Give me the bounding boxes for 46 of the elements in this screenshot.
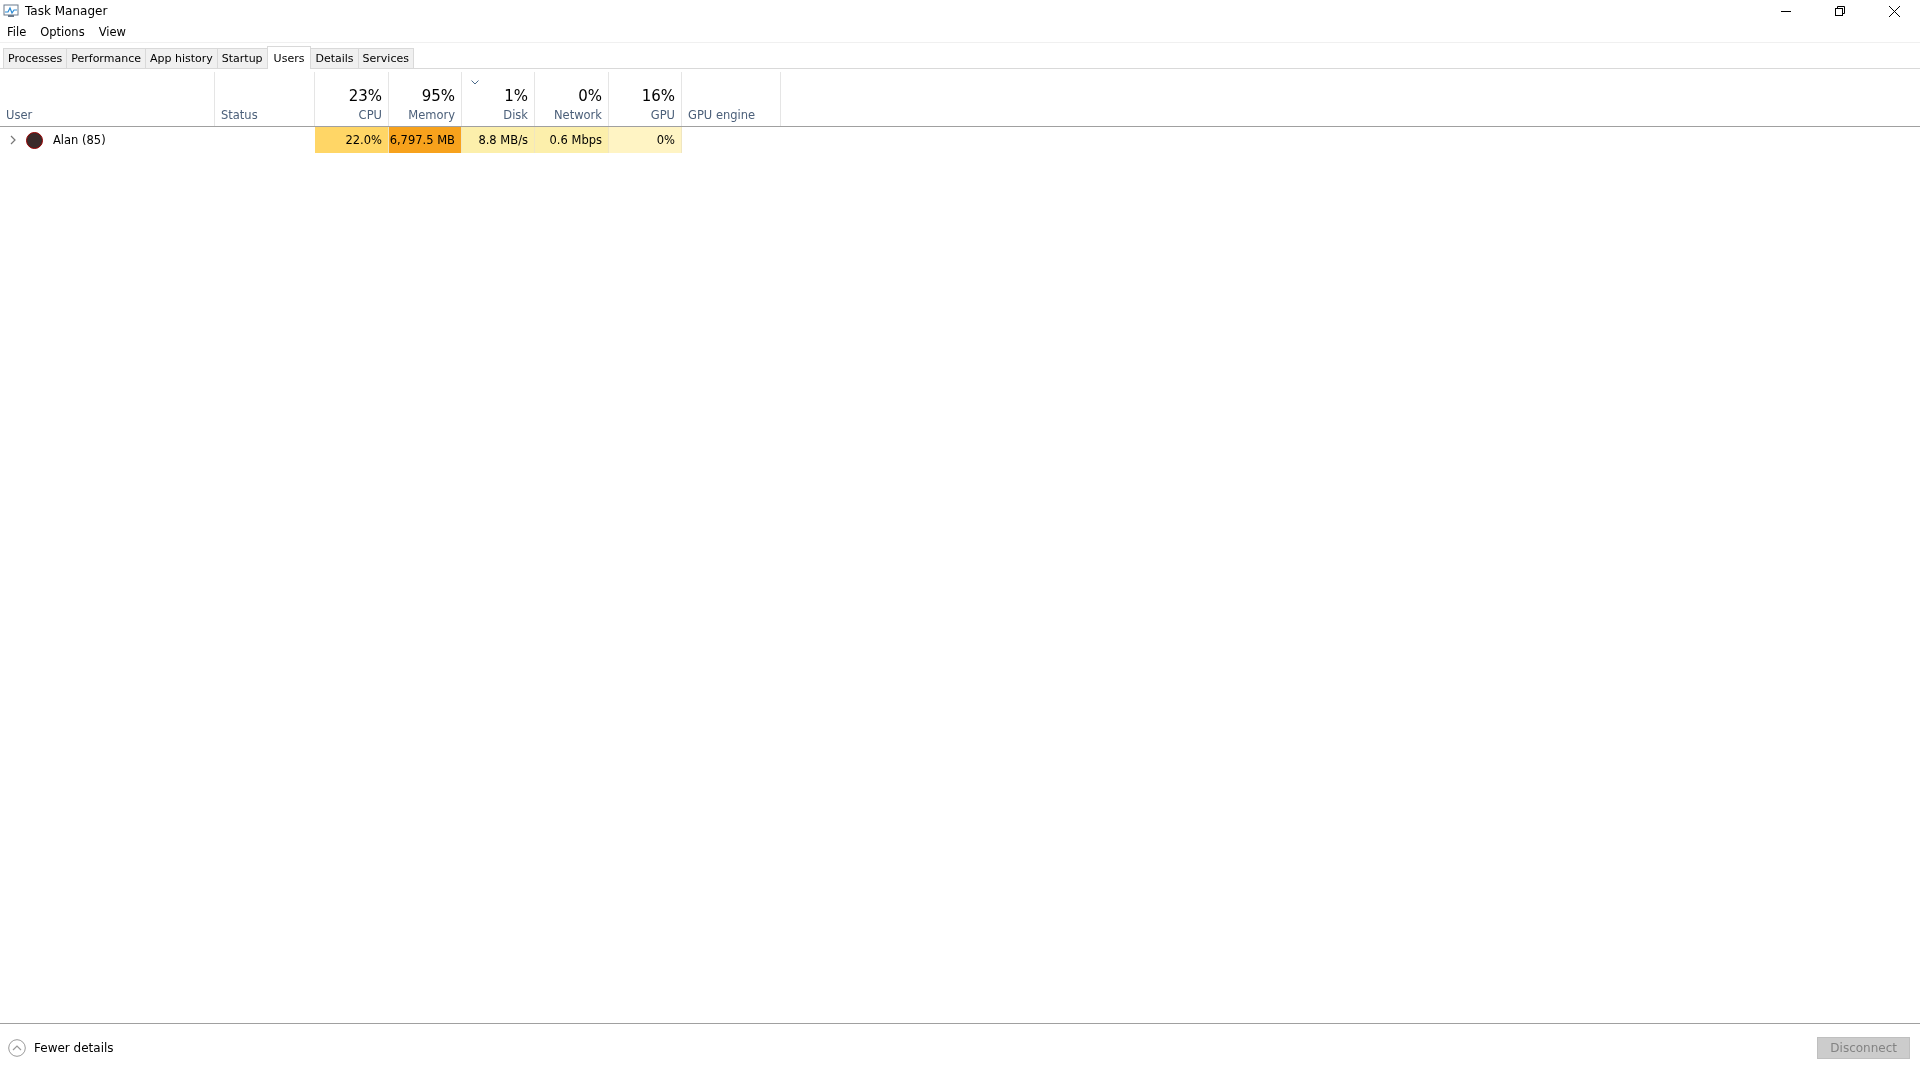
tab[interactable]: App history — [144, 48, 218, 68]
column-label: GPU — [650, 108, 675, 122]
restore-icon[interactable] — [1835, 6, 1845, 16]
column-total: 95% — [421, 87, 455, 105]
column-header[interactable]: User — [0, 72, 215, 126]
avatar-icon — [26, 131, 43, 149]
table-cell: 0% — [609, 127, 682, 153]
column-header[interactable]: GPU engine — [682, 72, 781, 126]
menu-item[interactable]: Options — [40, 25, 85, 39]
column-header[interactable]: 95% Memory — [389, 72, 462, 126]
menu-item[interactable]: View — [98, 25, 126, 39]
table-cell: 0.6 Mbps — [535, 127, 609, 153]
column-label: Network — [553, 108, 602, 122]
table-cell: 6,797.5 MB — [389, 127, 462, 153]
table-cell: 8.8 MB/s — [462, 127, 535, 153]
tab[interactable]: Performance — [66, 48, 146, 68]
column-total: 16% — [641, 87, 675, 105]
column-header[interactable]: 1% Disk — [462, 72, 535, 126]
task-manager-icon — [3, 4, 19, 18]
tab[interactable]: Processes — [3, 48, 68, 68]
menu-item[interactable]: File — [7, 25, 27, 39]
column-header[interactable]: 16% GPU — [609, 72, 682, 126]
column-label: GPU engine — [688, 108, 756, 122]
fewer-details-link[interactable]: Fewer details — [8, 1039, 114, 1057]
column-total: 23% — [348, 87, 382, 105]
tab[interactable]: Details — [310, 48, 359, 68]
column-label: User — [6, 108, 33, 122]
close-icon[interactable] — [1889, 5, 1900, 17]
collapse-chevron-icon — [8, 1039, 26, 1057]
column-header[interactable]: Status — [215, 72, 315, 126]
window-title: Task Manager — [25, 4, 108, 18]
tab[interactable]: Startup — [216, 48, 268, 68]
column-label: Memory — [408, 108, 455, 122]
column-total: 1% — [504, 87, 528, 105]
column-total: 0% — [578, 87, 602, 105]
column-header[interactable]: 0% Network — [535, 72, 609, 126]
user-name: Alan (85) — [53, 133, 106, 147]
minimize-icon[interactable] — [1781, 10, 1791, 12]
column-label: CPU — [358, 108, 382, 122]
tab[interactable]: Users — [266, 46, 312, 69]
column-label: Status — [221, 108, 258, 122]
column-label: Disk — [503, 108, 528, 122]
tab[interactable]: Services — [357, 48, 414, 68]
expand-chevron-icon[interactable] — [10, 135, 16, 145]
table-cell: 22.0% — [315, 127, 389, 153]
column-header[interactable]: 23% CPU — [315, 72, 389, 126]
